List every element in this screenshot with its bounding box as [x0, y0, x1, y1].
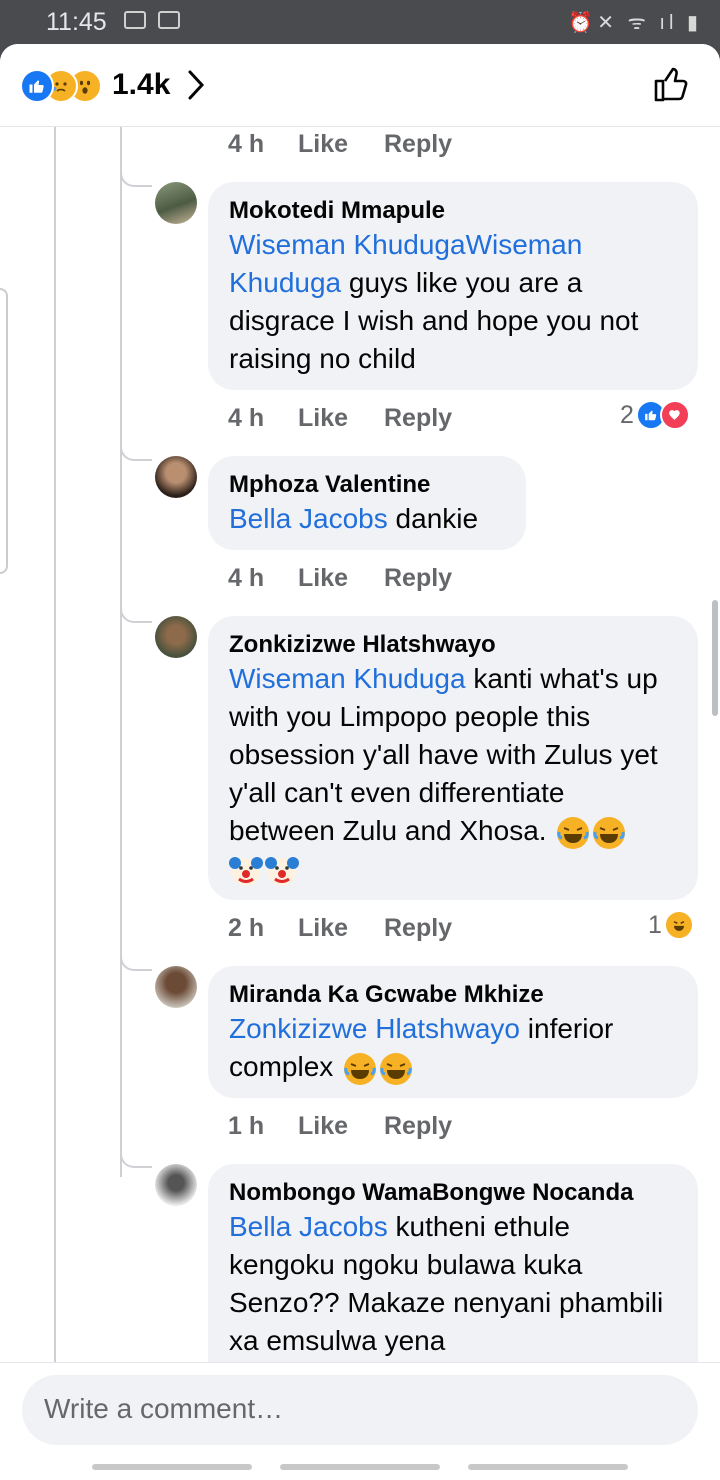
reaction-number: 1: [648, 910, 662, 939]
like-reaction-icon: [20, 69, 54, 103]
comment-time: 4 h: [228, 404, 265, 432]
reply-link[interactable]: Reply: [384, 914, 452, 943]
nav-back-handle[interactable]: [92, 1464, 252, 1470]
comment-text: Wiseman KhudugaWiseman Khuduga guys like…: [229, 226, 676, 378]
laughing-emoji-icon: [380, 1052, 413, 1085]
comment-input-placeholder: Write a comment…: [44, 1393, 284, 1424]
comment-time: 2 h: [228, 914, 265, 942]
status-icons: ⏰✕ ᯤ ıl ▮: [568, 12, 702, 34]
reaction-summary[interactable]: [20, 69, 110, 103]
thread-line-inner: [120, 127, 122, 1177]
nav-home-handle[interactable]: [280, 1464, 440, 1470]
comment-bubble: Zonkizizwe Hlatshwayo Wiseman Khuduga ka…: [208, 616, 698, 900]
comment-text: Bella Jacobs dankie: [229, 500, 504, 538]
comment-reactions[interactable]: 1: [648, 910, 694, 940]
header-divider: [0, 126, 720, 127]
comment-time: 4 h: [228, 130, 265, 158]
reaction-count[interactable]: 1.4k: [112, 68, 170, 102]
comment-text: Zonkizizwe Hlatshwayo inferior complex: [229, 1010, 676, 1086]
nav-recents-handle[interactable]: [468, 1464, 628, 1470]
comment-meta: 4 h Like Reply: [228, 130, 452, 159]
comment-author[interactable]: Miranda Ka Gcwabe Mkhize: [229, 980, 676, 1010]
thread-connector: [120, 435, 152, 461]
system-nav-bar: [0, 1460, 720, 1480]
avatar[interactable]: [155, 456, 197, 498]
laughing-emoji-icon: [557, 816, 590, 849]
comment-meta: 4 h Like Reply: [228, 564, 452, 593]
comment-input[interactable]: Write a comment…: [22, 1375, 698, 1445]
reply-link[interactable]: Reply: [384, 130, 452, 159]
mention-link[interactable]: Wiseman Khuduga: [229, 663, 466, 694]
clown-emoji-icon: [229, 856, 263, 886]
comment-meta: 1 h Like Reply: [228, 1112, 452, 1141]
thread-connector: [120, 1142, 152, 1168]
avatar[interactable]: [155, 616, 197, 658]
comment-bubble: Mphoza Valentine Bella Jacobs dankie: [208, 456, 526, 550]
thread-line-outer: [54, 127, 56, 1367]
gallery-icon: [124, 11, 146, 29]
screen-icon: [158, 11, 180, 29]
love-reaction-icon: [659, 400, 690, 430]
comment-text: Wiseman Khuduga kanti what's up with you…: [229, 660, 676, 888]
comment-author[interactable]: Mokotedi Mmapule: [229, 196, 676, 226]
laughing-emoji-icon: [344, 1052, 377, 1085]
comment-time: 4 h: [228, 564, 265, 592]
comment-bubble: Mokotedi Mmapule Wiseman KhudugaWiseman …: [208, 182, 698, 390]
avatar[interactable]: [155, 966, 197, 1008]
thread-connector: [120, 161, 152, 187]
like-link[interactable]: Like: [298, 1112, 384, 1141]
mention-link[interactable]: Zonkizizwe Hlatshwayo: [229, 1013, 520, 1044]
comment-meta: 4 h Like Reply: [228, 404, 452, 433]
laughing-emoji-icon: [593, 816, 626, 849]
comment-bubble: Miranda Ka Gcwabe Mkhize Zonkizizwe Hlat…: [208, 966, 698, 1098]
like-link[interactable]: Like: [298, 564, 384, 593]
comment-author[interactable]: Zonkizizwe Hlatshwayo: [229, 630, 676, 660]
like-link[interactable]: Like: [298, 130, 384, 159]
haha-reaction-icon: [663, 910, 694, 940]
side-handle[interactable]: [0, 288, 8, 574]
like-link[interactable]: Like: [298, 404, 384, 433]
like-link[interactable]: Like: [298, 914, 384, 943]
comment-author[interactable]: Nombongo WamaBongwe Nocanda: [229, 1178, 676, 1208]
clown-emoji-icon: [265, 856, 299, 886]
mention-link[interactable]: Bella Jacobs: [229, 503, 388, 534]
reply-link[interactable]: Reply: [384, 1112, 452, 1141]
comment-text: Bella Jacobs kutheni ethule kengoku ngok…: [229, 1208, 676, 1360]
avatar[interactable]: [155, 182, 197, 224]
thread-connector: [120, 945, 152, 971]
mention-link[interactable]: Bella Jacobs: [229, 1211, 388, 1242]
status-bar: 11:45 ⏰✕ ᯤ ıl ▮: [0, 0, 720, 44]
comment-reactions[interactable]: 2: [620, 400, 690, 430]
comments-sheet: 1.4k 4 h Like Reply Mokotedi Mmapule Wisem…: [0, 44, 720, 1480]
thread-connector: [120, 597, 152, 623]
like-post-button[interactable]: [652, 64, 692, 109]
status-time: 11:45: [46, 8, 107, 36]
comment-meta: 2 h Like Reply: [228, 914, 452, 943]
avatar[interactable]: [155, 1164, 197, 1206]
reply-link[interactable]: Reply: [384, 404, 452, 433]
chevron-right-icon[interactable]: [186, 68, 206, 107]
reply-link[interactable]: Reply: [384, 564, 452, 593]
reactions-header: 1.4k: [0, 44, 720, 126]
comment-body: dankie: [387, 503, 479, 534]
scrollbar[interactable]: [712, 600, 718, 716]
reaction-number: 2: [620, 400, 634, 429]
comment-author[interactable]: Mphoza Valentine: [229, 470, 504, 500]
comment-time: 1 h: [228, 1112, 265, 1140]
